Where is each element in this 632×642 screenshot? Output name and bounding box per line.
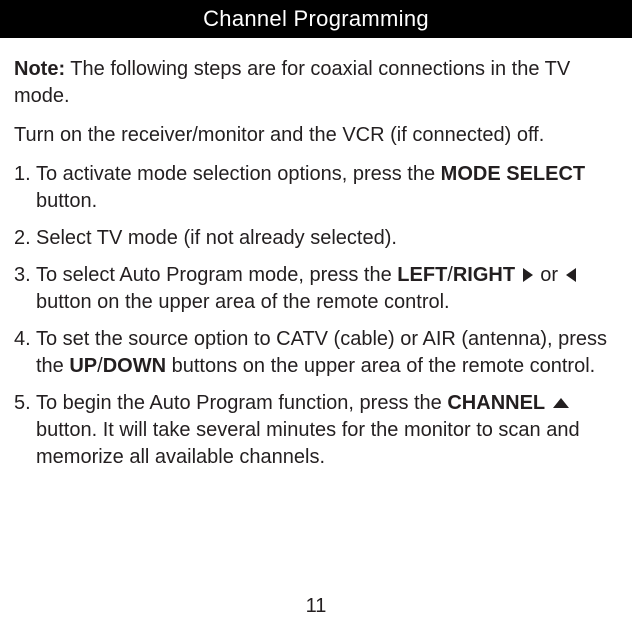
step-1-text-a: To activate mode selection options, pres… [36, 163, 441, 185]
triangle-right-icon [523, 268, 533, 282]
page-number: 11 [0, 595, 632, 618]
step-5: To begin the Auto Program function, pres… [14, 390, 618, 471]
step-1-text-c: button. [36, 190, 97, 212]
step-5-spacer [545, 392, 551, 414]
steps-list: To activate mode selection options, pres… [14, 161, 618, 471]
step-5-text-a: To begin the Auto Program function, pres… [36, 392, 447, 414]
section-title: Channel Programming [203, 0, 429, 38]
step-4-up: UP [69, 355, 97, 377]
note-label: Note: [14, 58, 65, 80]
intro-paragraph-2: Turn on the receiver/monitor and the VCR… [14, 122, 618, 149]
triangle-up-icon [553, 398, 569, 408]
step-5-text-d: button. It will take several minutes for… [36, 419, 580, 468]
step-4-down: DOWN [103, 355, 166, 377]
step-4-text-d: buttons on the upper area of the remote … [166, 355, 595, 377]
step-3-left: LEFT [397, 264, 447, 286]
step-3-right: RIGHT [453, 264, 515, 286]
step-4: To set the source option to CATV (cable)… [14, 326, 618, 380]
body-content: Note: The following steps are for coaxia… [0, 38, 632, 471]
step-3-text-e: button on the upper area of the remote c… [36, 291, 450, 313]
step-1-bold: MODE SELECT [441, 163, 585, 185]
triangle-left-icon [566, 268, 576, 282]
step-2-text: Select TV mode (if not already selected)… [36, 227, 397, 249]
step-3: To select Auto Program mode, press the L… [14, 262, 618, 316]
step-3-text-a: To select Auto Program mode, press the [36, 264, 397, 286]
note-text: The following steps are for coaxial conn… [14, 58, 570, 107]
step-3-spacer [515, 264, 521, 286]
section-header: Channel Programming [0, 0, 632, 38]
step-5-channel: CHANNEL [447, 392, 545, 414]
step-2: Select TV mode (if not already selected)… [14, 225, 618, 252]
step-1: To activate mode selection options, pres… [14, 161, 618, 215]
note-paragraph: Note: The following steps are for coaxia… [14, 56, 618, 110]
step-3-or: or [540, 264, 563, 286]
